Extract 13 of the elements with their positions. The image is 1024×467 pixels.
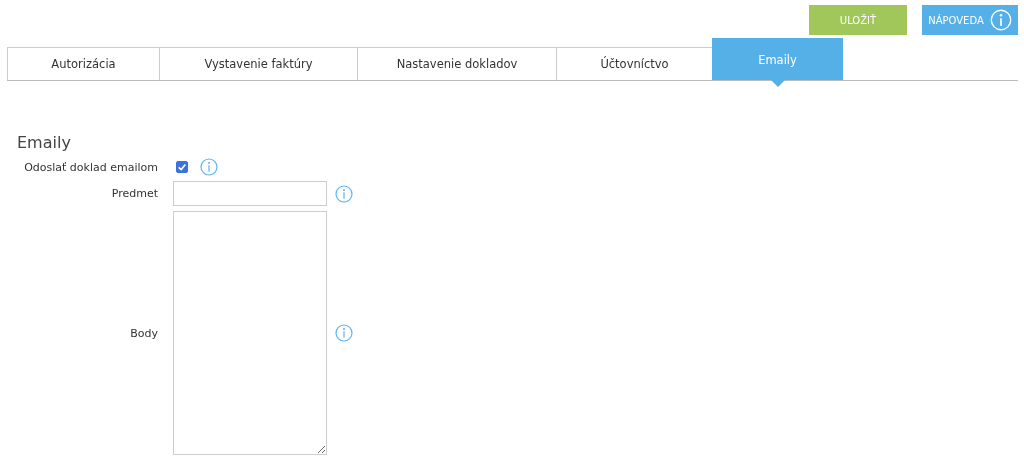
field-label: Body <box>129 326 158 340</box>
info-icon[interactable] <box>200 158 218 176</box>
checkbox[interactable] <box>176 161 188 173</box>
tab[interactable]: Autorizácia <box>7 47 160 80</box>
field-label: Predmet <box>110 187 158 200</box>
info-icon[interactable] <box>335 324 353 342</box>
subject-field[interactable] <box>173 181 327 206</box>
tab-pointer <box>770 80 785 87</box>
section-title: Emaily <box>17 133 72 152</box>
body-field[interactable] <box>173 211 327 455</box>
info-icon[interactable] <box>335 184 353 203</box>
info-icon <box>989 9 1012 31</box>
field-label: Odoslať doklad emailom <box>23 160 158 174</box>
